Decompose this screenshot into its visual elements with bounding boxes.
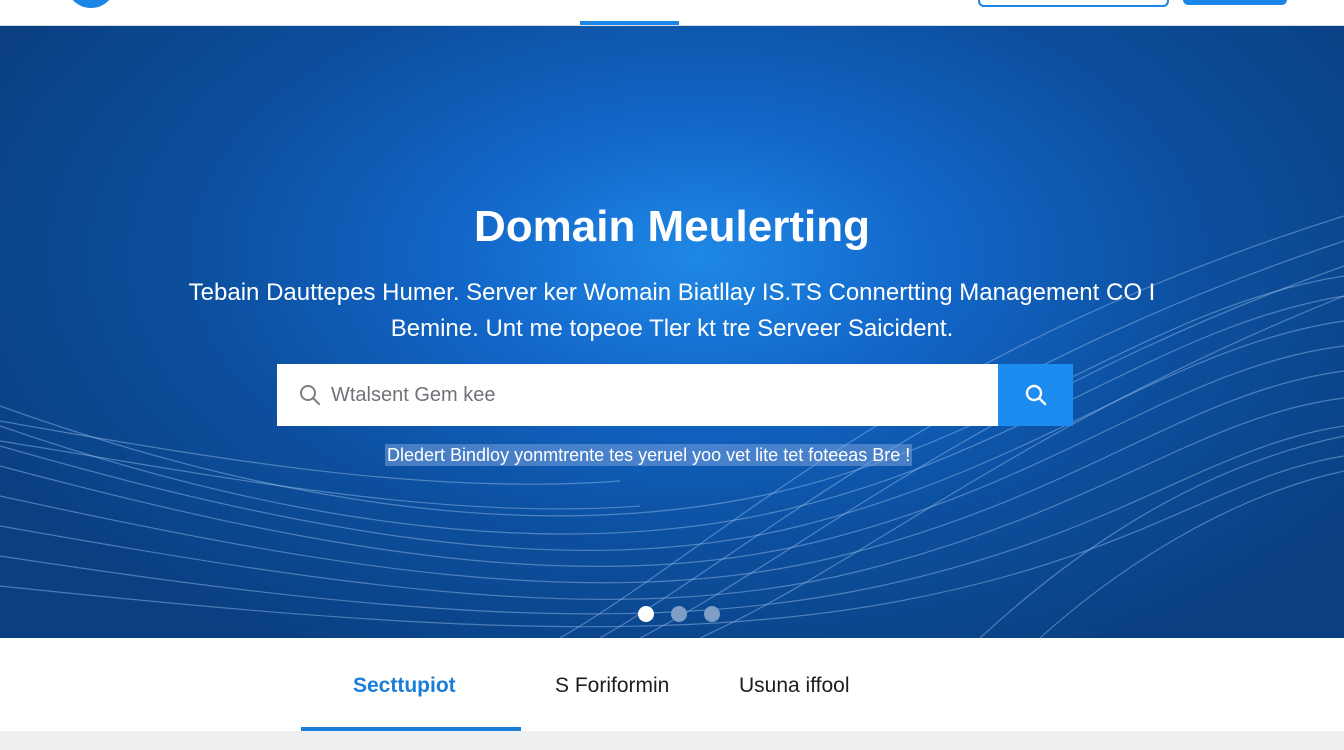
tab-3[interactable]: Usuna iffool [739,674,850,698]
hero-title: Domain Meulerting [473,202,871,251]
search-icon [300,385,320,405]
carousel-dot-3[interactable] [704,606,720,622]
search-field-container[interactable] [277,364,998,426]
domain-search-bar [277,364,1073,426]
hero-subtitle-line-1: Tebain Dauttepes Humer. Server ker Womai… [188,279,1156,306]
search-hint-text: Dledert Bindloy yonmtrente tes yeruel yo… [385,444,913,466]
hero-subtitle-line-2: Bemine. Unt me topeoe Tler kt tre Servee… [390,315,954,342]
search-icon [1025,384,1046,406]
carousel-dot-1[interactable] [638,606,654,622]
carousel-pagination [638,606,720,622]
nav-active-indicator [580,21,679,25]
hero-banner: Domain Meulerting Tebain Dauttepes Humer… [0,26,1344,638]
header-primary-button[interactable] [1183,0,1287,5]
search-input[interactable] [329,382,973,408]
logo[interactable] [66,0,116,8]
content-area-top-edge [0,731,1344,750]
carousel-dot-2[interactable] [671,606,687,622]
tab-1[interactable]: Secttupiot [353,674,456,698]
tab-2[interactable]: S Foriformin [555,674,669,698]
top-navigation-bar [0,0,1344,26]
section-tabs: Secttupiot S Foriformin Usuna iffool [0,638,1344,731]
header-outline-button[interactable] [978,0,1169,7]
search-button[interactable] [998,364,1073,426]
